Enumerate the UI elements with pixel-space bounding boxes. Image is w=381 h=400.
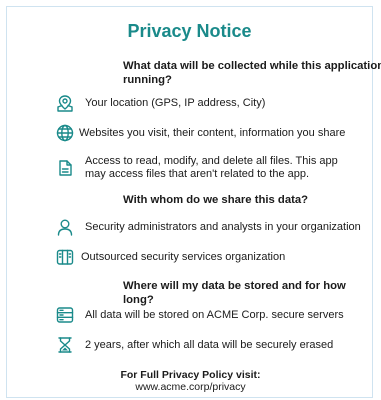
footer: For Full Privacy Policy visit: www.acme.… (7, 369, 374, 393)
building-icon (55, 247, 75, 267)
server-icon (55, 305, 75, 325)
list-item-files: Access to read, modify, and delete all f… (55, 155, 355, 181)
list-item-security-admins: Security administrators and analysts in … (55, 217, 361, 237)
list-item-text: Websites you visit, their content, infor… (79, 126, 346, 139)
globe-icon (55, 123, 75, 143)
file-icon (55, 158, 75, 178)
person-icon (55, 217, 75, 237)
list-item-location: Your location (GPS, IP address, City) (55, 93, 265, 113)
privacy-notice-panel: Privacy Notice What data will be collect… (6, 6, 381, 398)
list-item-retention: 2 years, after which all data will be se… (55, 335, 333, 355)
list-item-storage: All data will be stored on ACME Corp. se… (55, 305, 344, 325)
list-item-websites: Websites you visit, their content, infor… (55, 123, 345, 143)
list-item-text: Outsourced security services organizatio… (81, 250, 286, 263)
list-item-text: Your location (GPS, IP address, City) (85, 96, 266, 109)
hourglass-icon (55, 335, 75, 355)
list-item-outsourced: Outsourced security services organizatio… (55, 247, 285, 267)
list-item-text: Access to read, modify, and delete all f… (85, 155, 338, 180)
list-item-text: Security administrators and analysts in … (85, 220, 361, 233)
section-heading-data-sharing: With whom do we share this data? (123, 194, 309, 206)
privacy-policy-link[interactable]: www.acme.corp/privacy (7, 381, 374, 393)
location-icon (55, 93, 75, 113)
section-heading-data-storage: Where will my data be stored and for how… (123, 280, 346, 306)
page-title: Privacy Notice (127, 21, 252, 41)
footer-heading: For Full Privacy Policy visit: (120, 369, 261, 381)
section-heading-data-collected: What data will be collected while this a… (123, 60, 381, 86)
list-item-text: 2 years, after which all data will be se… (85, 338, 334, 351)
list-item-text: All data will be stored on ACME Corp. se… (85, 308, 344, 321)
